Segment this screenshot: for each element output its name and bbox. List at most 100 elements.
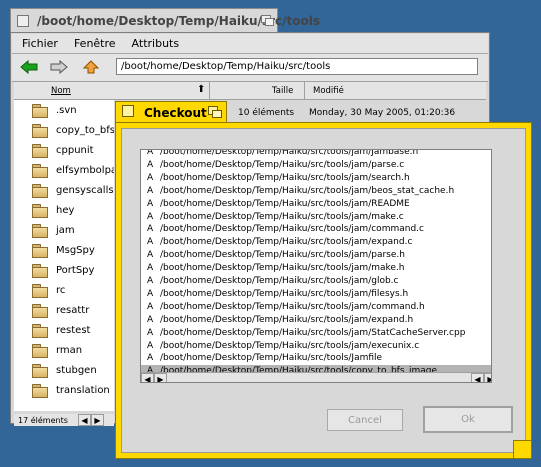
row-status: A — [147, 263, 154, 274]
row-status: A — [147, 366, 154, 372]
file-name: hey — [56, 204, 75, 216]
file-name: copy_to_bfs_image — [56, 124, 114, 136]
row-path: /boot/home/Desktop/Temp/Haiku/src/tools/… — [160, 198, 410, 209]
menu-attributs[interactable]: Attributs — [132, 37, 180, 50]
checkout-row[interactable]: A/boot/home/Desktop/Temp/Haiku/src/tools… — [141, 249, 491, 262]
path-field[interactable]: /boot/home/Desktop/Temp/Haiku/src/tools — [116, 58, 478, 75]
scroll-left-icon[interactable]: ◀ — [471, 373, 484, 382]
scroll-left-icon[interactable]: ◀ — [141, 373, 154, 382]
file-row[interactable]: rman — [14, 340, 114, 360]
file-name: gensyscalls — [56, 184, 114, 196]
column-modified[interactable]: Modifié — [313, 86, 344, 96]
row-status: A — [147, 198, 154, 209]
folder-icon — [32, 363, 48, 378]
ok-button[interactable]: Ok — [423, 406, 513, 433]
folder-icon — [32, 323, 48, 338]
row-path: /boot/home/Desktop/Temp/Haiku/src/tools/… — [160, 224, 424, 235]
file-row[interactable]: elfsymbolpatcher — [14, 160, 114, 180]
file-row[interactable]: .svn — [14, 100, 114, 120]
checkout-window: Checkout A/boot/home/Desktop/Temp/Haiku/… — [115, 101, 532, 459]
row-status: A — [147, 159, 154, 170]
row-path: /boot/home/Desktop/Temp/Haiku/src/tools/… — [160, 149, 419, 157]
scroll-right-icon[interactable]: ▶ — [484, 373, 491, 382]
column-size[interactable]: Taille — [272, 86, 293, 96]
row-path: /boot/home/Desktop/Temp/Haiku/src/tools/… — [160, 172, 410, 183]
file-row[interactable]: copy_to_bfs_image — [14, 120, 114, 140]
parent-folder-icon[interactable] — [80, 58, 102, 76]
row-path: /boot/home/Desktop/Temp/Haiku/src/tools/… — [160, 353, 383, 364]
resize-grip-icon[interactable] — [513, 440, 531, 458]
folder-icon — [32, 383, 48, 398]
row-status: A — [147, 237, 154, 248]
zoom-box-icon[interactable] — [261, 15, 274, 26]
folder-icon — [32, 143, 48, 158]
folder-icon — [32, 123, 48, 138]
menu-fenetre[interactable]: Fenêtre — [74, 37, 116, 50]
file-row[interactable]: resattr — [14, 300, 114, 320]
column-name[interactable]: Nom — [51, 86, 71, 96]
checkout-title-tab[interactable]: Checkout — [115, 101, 227, 123]
forward-arrow-icon[interactable] — [48, 58, 70, 76]
file-row[interactable]: hey — [14, 200, 114, 220]
folder-icon — [32, 203, 48, 218]
close-box-icon[interactable] — [17, 15, 29, 27]
checkout-file-list[interactable]: A/boot/home/Desktop/Temp/Haiku/src/tools… — [140, 149, 492, 383]
folder-icon — [32, 163, 48, 178]
item-count: 17 éléments — [18, 415, 68, 425]
file-row[interactable]: PortSpy — [14, 260, 114, 280]
file-row[interactable]: jam — [14, 220, 114, 240]
checkout-row[interactable]: A/boot/home/Desktop/Temp/Haiku/src/tools… — [141, 365, 491, 372]
row-status: A — [147, 185, 154, 196]
horizontal-scrollbar[interactable]: ◀ ▶ ◀ ▶ — [141, 372, 491, 382]
row-status: A — [147, 301, 154, 312]
folder-icon — [32, 283, 48, 298]
file-name: .svn — [56, 104, 77, 116]
row-path: /boot/home/Desktop/Temp/Haiku/src/tools/… — [160, 301, 425, 312]
folder-icon — [32, 303, 48, 318]
file-row[interactable]: rc — [14, 280, 114, 300]
back-arrow-icon[interactable] — [18, 58, 40, 76]
checkout-frame: A/boot/home/Desktop/Temp/Haiku/src/tools… — [115, 122, 532, 459]
file-name: elfsymbolpatcher — [56, 164, 114, 176]
checkout-row[interactable]: A/boot/home/Desktop/Temp/Haiku/src/tools… — [141, 198, 491, 211]
file-list[interactable]: .svn copy_to_bfs_imagecppunit elfsymbolpat… — [14, 100, 114, 411]
checkout-row[interactable]: A/boot/home/Desktop/Temp/Haiku/src/tools… — [141, 314, 491, 327]
scroll-left-icon[interactable]: ◀ — [77, 414, 91, 426]
menu-bar: Fichier Fenêtre Attributs — [12, 34, 488, 54]
checkout-content: A/boot/home/Desktop/Temp/Haiku/src/tools… — [121, 128, 526, 453]
scroll-right-icon[interactable]: ▶ — [154, 373, 167, 382]
row-path: /boot/home/Desktop/Temp/Haiku/src/tools/… — [160, 340, 420, 351]
file-row[interactable]: translation — [14, 380, 114, 400]
checkout-row[interactable]: A/boot/home/Desktop/Temp/Haiku/src/tools… — [141, 340, 491, 353]
checkout-row[interactable]: A/boot/home/Desktop/Temp/Haiku/src/tools… — [141, 172, 491, 185]
file-row[interactable]: gensyscalls — [14, 180, 114, 200]
menu-fichier[interactable]: Fichier — [22, 37, 58, 50]
checkout-row[interactable]: A/boot/home/Desktop/Temp/Haiku/src/tools… — [141, 327, 491, 340]
checkout-row[interactable]: A/boot/home/Desktop/Temp/Haiku/src/tools… — [141, 211, 491, 224]
row-path: /boot/home/Desktop/Temp/Haiku/src/tools/… — [160, 185, 455, 196]
checkout-row[interactable]: A/boot/home/Desktop/Temp/Haiku/src/tools… — [141, 185, 491, 198]
file-row[interactable]: cppunit — [14, 140, 114, 160]
file-row[interactable]: MsgSpy — [14, 240, 114, 260]
checkout-row[interactable]: A/boot/home/Desktop/Temp/Haiku/src/tools… — [141, 352, 491, 365]
row-path: /boot/home/Desktop/Temp/Haiku/src/tools/… — [160, 314, 414, 325]
checkout-row[interactable]: A/boot/home/Desktop/Temp/Haiku/src/tools… — [141, 288, 491, 301]
tracker-title-tab[interactable]: /boot/home/Desktop/Temp/Haiku/src/tools — [10, 8, 320, 33]
row-status: A — [147, 250, 154, 261]
row-status: A — [147, 288, 154, 299]
zoom-box-icon[interactable] — [208, 106, 222, 118]
checkout-row[interactable]: A/boot/home/Desktop/Temp/Haiku/src/tools… — [141, 301, 491, 314]
checkout-row[interactable]: A/boot/home/Desktop/Temp/Haiku/src/tools… — [141, 223, 491, 236]
file-row[interactable]: stubgen — [14, 360, 114, 380]
status-bar: 17 éléments ◀ ▶ — [14, 414, 114, 426]
checkout-row[interactable]: A/boot/home/Desktop/Temp/Haiku/src/tools… — [141, 236, 491, 249]
cancel-button[interactable]: Cancel — [327, 409, 403, 431]
checkout-row[interactable]: A/boot/home/Desktop/Temp/Haiku/src/tools… — [141, 262, 491, 275]
checkout-row[interactable]: A/boot/home/Desktop/Temp/Haiku/src/tools… — [141, 149, 491, 159]
checkout-row[interactable]: A/boot/home/Desktop/Temp/Haiku/src/tools… — [141, 159, 491, 172]
file-row[interactable]: restest — [14, 320, 114, 340]
close-box-icon[interactable] — [122, 105, 134, 117]
scroll-right-icon[interactable]: ▶ — [90, 414, 104, 426]
checkout-row[interactable]: A/boot/home/Desktop/Temp/Haiku/src/tools… — [141, 275, 491, 288]
file-name: translation — [56, 384, 110, 396]
